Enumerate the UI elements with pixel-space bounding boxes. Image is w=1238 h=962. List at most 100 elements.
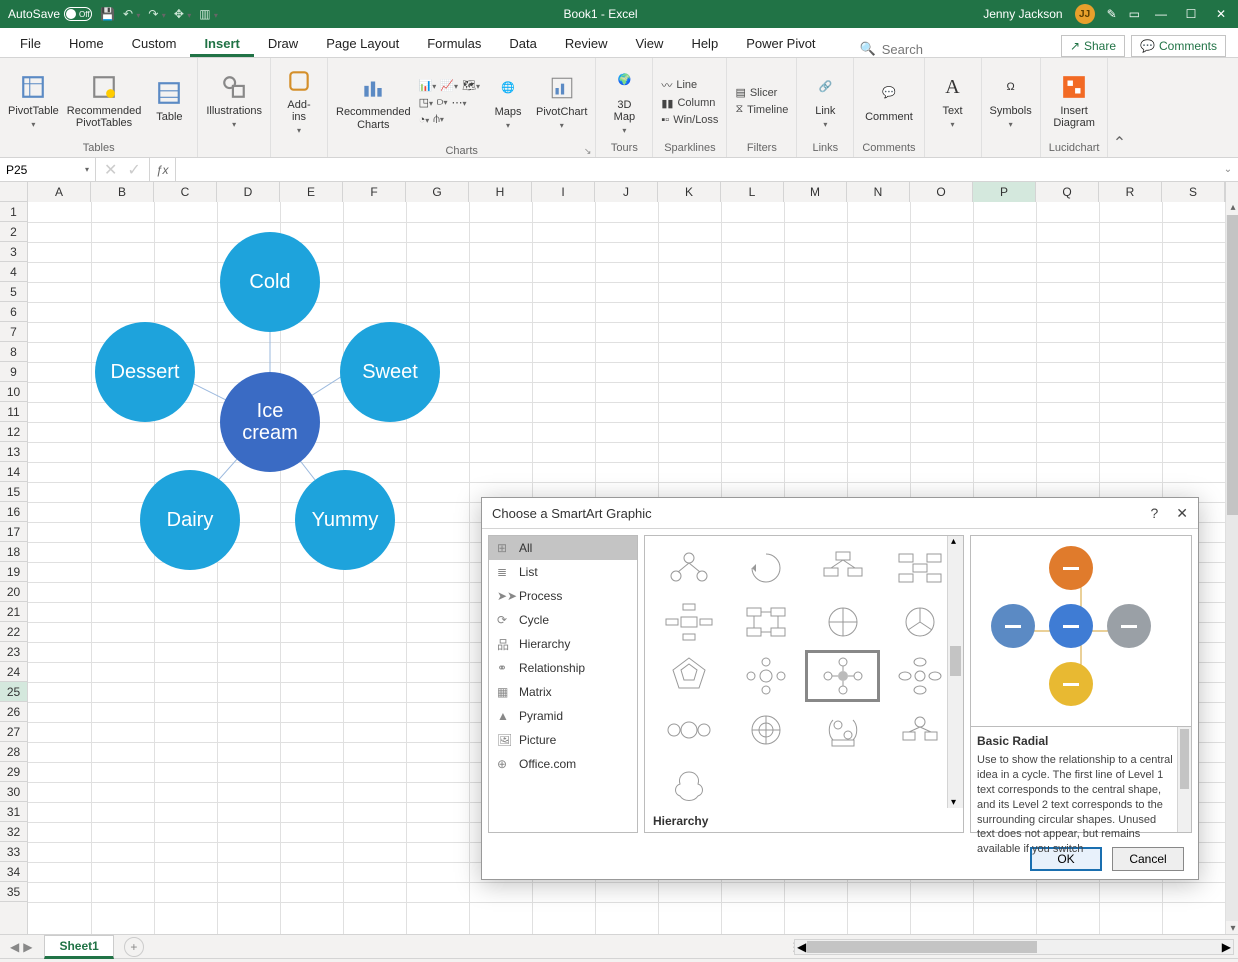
layout-thumb-10[interactable] — [807, 652, 878, 700]
prev-sheet-icon[interactable]: ◀ — [10, 940, 19, 954]
layout-thumb-0[interactable] — [653, 544, 724, 592]
layout-thumb-12[interactable] — [653, 706, 724, 754]
row-header-2[interactable]: 2 — [0, 222, 27, 242]
illustrations-button[interactable]: Illustrations▾ — [206, 73, 262, 130]
tab-insert[interactable]: Insert — [190, 30, 253, 57]
col-header-C[interactable]: C — [154, 182, 217, 202]
row-header-6[interactable]: 6 — [0, 302, 27, 322]
row-header-15[interactable]: 15 — [0, 482, 27, 502]
table-button[interactable]: Table — [149, 79, 189, 123]
layout-thumb-3[interactable] — [884, 544, 955, 592]
timeline-button[interactable]: ⧖Timeline — [735, 103, 788, 116]
row-header-25[interactable]: 25 — [0, 682, 27, 702]
next-sheet-icon[interactable]: ▶ — [23, 940, 32, 954]
redo-icon[interactable]: ↷ ▾ — [148, 7, 165, 21]
hierarchy-chart-icon[interactable]: ◳▾ — [419, 96, 433, 109]
row-header-28[interactable]: 28 — [0, 742, 27, 762]
pie-chart-icon[interactable]: ◔▾ — [419, 114, 430, 126]
tab-draw[interactable]: Draw — [254, 30, 312, 57]
col-header-O[interactable]: O — [910, 182, 973, 202]
collapse-ribbon-icon[interactable]: ⌃ — [1108, 58, 1130, 157]
description-scrollbar[interactable] — [1177, 727, 1191, 832]
layout-thumb-11[interactable] — [884, 652, 955, 700]
category-cycle[interactable]: ⟳Cycle — [489, 608, 637, 632]
chevron-down-icon[interactable]: ▾ — [85, 165, 89, 174]
row-header-33[interactable]: 33 — [0, 842, 27, 862]
row-header-17[interactable]: 17 — [0, 522, 27, 542]
row-header-27[interactable]: 27 — [0, 722, 27, 742]
new-sheet-button[interactable]: + — [124, 937, 144, 957]
tab-review[interactable]: Review — [551, 30, 622, 57]
sparkline-winloss-button[interactable]: ▪▫Win/Loss — [661, 114, 718, 126]
minimize-button[interactable]: — — [1152, 7, 1170, 21]
row-header-3[interactable]: 3 — [0, 242, 27, 262]
col-header-R[interactable]: R — [1099, 182, 1162, 202]
row-header-16[interactable]: 16 — [0, 502, 27, 522]
close-button[interactable]: ✕ — [1212, 7, 1230, 21]
tab-help[interactable]: Help — [677, 30, 732, 57]
pie-gallery-icon[interactable]: 🗺▾ — [462, 79, 480, 92]
pivottable-button[interactable]: PivotTable▾ — [8, 73, 59, 130]
gallery-scrollbar[interactable]: ▴ ▾ — [947, 536, 963, 808]
link-button[interactable]: 🔗Link▾ — [805, 73, 845, 130]
col-header-N[interactable]: N — [847, 182, 910, 202]
row-header-1[interactable]: 1 — [0, 202, 27, 222]
layout-thumb-16[interactable] — [653, 760, 724, 808]
recommended-charts-button[interactable]: Recommended Charts — [336, 74, 411, 130]
row-header-29[interactable]: 29 — [0, 762, 27, 782]
search-box[interactable]: 🔍 Search — [860, 41, 923, 57]
row-header-13[interactable]: 13 — [0, 442, 27, 462]
row-header-26[interactable]: 26 — [0, 702, 27, 722]
row-header-32[interactable]: 32 — [0, 822, 27, 842]
col-header-L[interactable]: L — [721, 182, 784, 202]
row-header-22[interactable]: 22 — [0, 622, 27, 642]
privacy-icon[interactable]: ✎ — [1107, 7, 1117, 21]
row-header-35[interactable]: 35 — [0, 882, 27, 902]
comment-button[interactable]: 💬Comment — [865, 79, 913, 123]
touch-icon[interactable]: ✥ ▾ — [174, 7, 191, 21]
scatter-chart-icon[interactable]: ⋯▾ — [451, 96, 466, 109]
tab-home[interactable]: Home — [55, 30, 118, 57]
layout-thumb-9[interactable] — [730, 652, 801, 700]
col-header-A[interactable]: A — [28, 182, 91, 202]
row-header-24[interactable]: 24 — [0, 662, 27, 682]
row-header-21[interactable]: 21 — [0, 602, 27, 622]
sheet-tab-sheet1[interactable]: Sheet1 — [44, 935, 113, 959]
col-header-J[interactable]: J — [595, 182, 658, 202]
maximize-button[interactable]: ☐ — [1182, 7, 1200, 21]
help-icon[interactable]: ? — [1150, 505, 1158, 522]
layout-thumb-4[interactable] — [653, 598, 724, 646]
maps-button[interactable]: 🌐Maps▾ — [488, 74, 528, 131]
formula-input[interactable] — [176, 158, 1219, 181]
row-header-9[interactable]: 9 — [0, 362, 27, 382]
category-pyramid[interactable]: ▲Pyramid — [489, 704, 637, 728]
sparkline-column-button[interactable]: ▮▮Column — [661, 97, 718, 110]
layout-thumb-5[interactable] — [730, 598, 801, 646]
col-header-B[interactable]: B — [91, 182, 154, 202]
node-cold[interactable]: Cold — [220, 232, 320, 332]
layout-thumb-8[interactable] — [653, 652, 724, 700]
category-matrix[interactable]: ▦Matrix — [489, 680, 637, 704]
row-header-20[interactable]: 20 — [0, 582, 27, 602]
layout-thumb-2[interactable] — [807, 544, 878, 592]
col-header-E[interactable]: E — [280, 182, 343, 202]
row-header-12[interactable]: 12 — [0, 422, 27, 442]
col-header-F[interactable]: F — [343, 182, 406, 202]
charts-dialog-launcher-icon[interactable]: ↘ — [584, 146, 592, 157]
col-header-I[interactable]: I — [532, 182, 595, 202]
vertical-scrollbar[interactable]: ▴ ▾ — [1225, 182, 1238, 934]
share-button[interactable]: ↗Share — [1061, 35, 1125, 57]
row-header-19[interactable]: 19 — [0, 562, 27, 582]
row-header-10[interactable]: 10 — [0, 382, 27, 402]
category-process[interactable]: ➤➤Process — [489, 584, 637, 608]
enter-edit-icon[interactable]: ✓ — [127, 160, 140, 180]
expand-formula-bar-icon[interactable]: ⌄ — [1218, 158, 1238, 181]
line-chart-icon[interactable]: 📈▾ — [440, 79, 458, 92]
row-header-23[interactable]: 23 — [0, 642, 27, 662]
category-all[interactable]: ⊞All — [489, 536, 637, 560]
tab-power-pivot[interactable]: Power Pivot — [732, 30, 829, 57]
node-dessert[interactable]: Dessert — [95, 322, 195, 422]
bar-chart-icon[interactable]: 📊▾ — [419, 79, 437, 92]
combo-chart-icon[interactable]: ⫛▾ — [433, 113, 444, 126]
col-header-P[interactable]: P — [973, 182, 1036, 202]
